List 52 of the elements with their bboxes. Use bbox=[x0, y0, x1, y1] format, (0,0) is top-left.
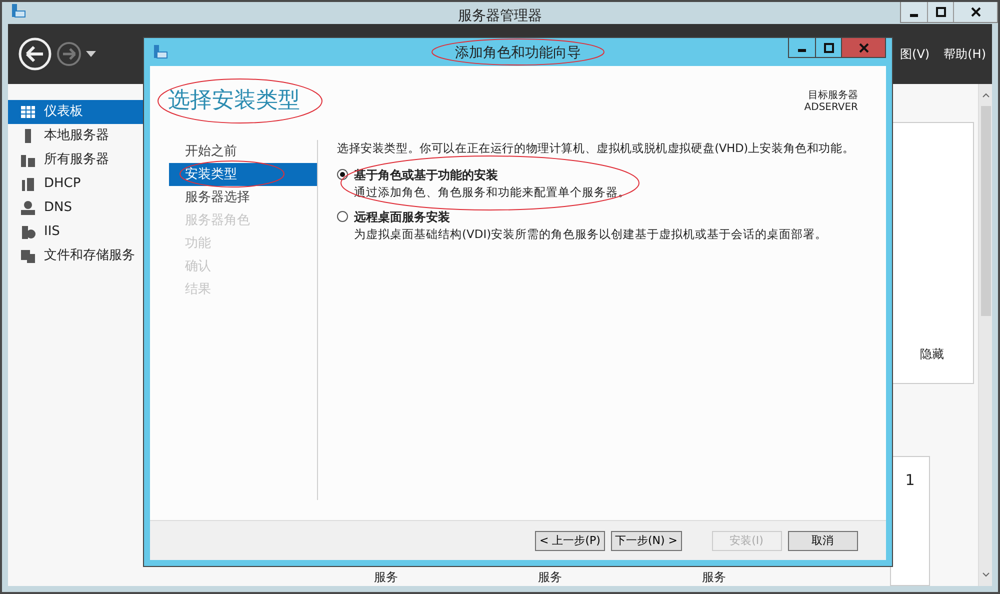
sidebar-item[interactable]: 仪表板 bbox=[8, 100, 144, 124]
wizard-step: 功能 bbox=[169, 232, 317, 255]
maximize-icon bbox=[824, 42, 834, 52]
hide-tile[interactable]: 隐藏 bbox=[890, 122, 974, 384]
wizard-button[interactable]: 下一步(N) > bbox=[611, 530, 682, 550]
maximize-button[interactable] bbox=[927, 2, 953, 22]
scroll-up-icon[interactable] bbox=[982, 92, 990, 98]
menu-item[interactable]: 帮助(H) bbox=[944, 45, 986, 63]
maximize-icon bbox=[936, 7, 946, 17]
wizard-step: 结果 bbox=[169, 278, 317, 301]
window-title: 服务器管理器 bbox=[458, 7, 542, 26]
minimize-button[interactable] bbox=[901, 2, 927, 22]
dialog-title: 添加角色和功能向导 bbox=[455, 46, 581, 60]
page-heading: 选择安装类型 bbox=[168, 88, 300, 114]
close-button[interactable] bbox=[953, 2, 997, 22]
wizard-icon bbox=[152, 44, 168, 60]
option-title[interactable]: 远程桌面服务安装 bbox=[354, 208, 828, 226]
sidebar-item[interactable]: 所有服务器 bbox=[8, 148, 144, 172]
column-header: 服务 bbox=[538, 569, 562, 586]
column-header: 服务 bbox=[374, 569, 398, 586]
wizard-button[interactable]: 取消 bbox=[788, 530, 858, 550]
wizard-step: 服务器角色 bbox=[169, 209, 317, 232]
wizard-step: 确认 bbox=[169, 255, 317, 278]
wizard-step[interactable]: 安装类型 bbox=[169, 163, 317, 186]
scrollbar[interactable] bbox=[978, 84, 992, 586]
close-icon bbox=[858, 42, 868, 52]
dropdown-caret-icon[interactable] bbox=[86, 51, 96, 57]
wizard-step[interactable]: 服务器选择 bbox=[169, 186, 317, 209]
sidebar-item[interactable]: DNS bbox=[8, 196, 144, 220]
option-title[interactable]: 基于角色或基于功能的安装 bbox=[354, 166, 630, 184]
count-tile: 1 bbox=[890, 456, 930, 586]
app-icon bbox=[10, 3, 26, 19]
menu-item[interactable]: 图(V) bbox=[900, 45, 930, 63]
back-icon[interactable] bbox=[18, 37, 52, 71]
minimize-icon bbox=[910, 14, 918, 16]
grid-icon bbox=[20, 104, 36, 120]
column-header: 服务 bbox=[702, 569, 726, 586]
option-description: 为虚拟桌面基础结构(VDI)安装所需的角色服务以创建基于虚拟机或基于会话的桌面部署。 bbox=[354, 226, 828, 242]
radio-button[interactable] bbox=[337, 169, 348, 180]
sidebar-item[interactable]: 本地服务器 bbox=[8, 124, 144, 148]
sidebar-item[interactable]: 文件和存储服务 bbox=[8, 244, 144, 268]
target-server: ADSERVER bbox=[804, 102, 858, 114]
wizard-button[interactable]: < 上一步(P) bbox=[535, 530, 605, 550]
sidebar-item[interactable]: IIS bbox=[8, 220, 144, 244]
target-label: 目标服务器 bbox=[807, 90, 858, 102]
wizard-step[interactable]: 开始之前 bbox=[169, 140, 317, 163]
intro-text: 选择安装类型。你可以在正在运行的物理计算机、虚拟机或脱机虚拟硬盘(VHD)上安装角色和功能。 bbox=[337, 140, 856, 157]
sidebar-item[interactable]: DHCP bbox=[8, 172, 144, 196]
radio-button[interactable] bbox=[337, 210, 348, 222]
minimize-icon bbox=[798, 49, 806, 52]
close-icon bbox=[970, 7, 980, 17]
scroll-down-icon[interactable] bbox=[982, 572, 990, 578]
